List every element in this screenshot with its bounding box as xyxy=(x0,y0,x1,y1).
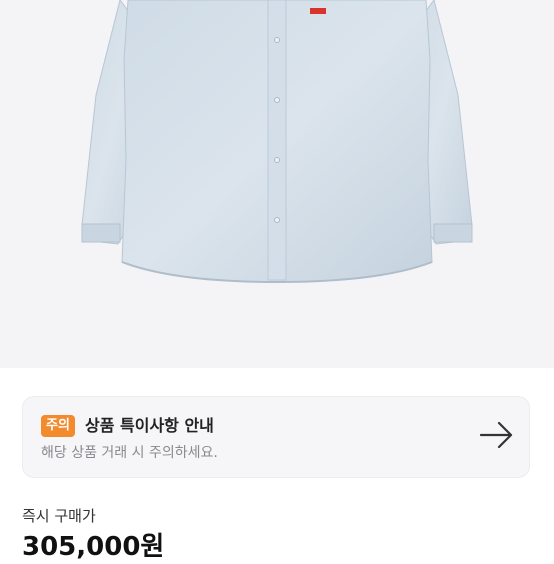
shirt-image xyxy=(81,0,473,284)
buy-now-price-label: 즉시 구매가 xyxy=(22,507,96,525)
product-image[interactable] xyxy=(0,0,554,368)
section-divider xyxy=(0,368,554,378)
product-notice-card[interactable]: 주의 상품 특이사항 안내 해당 상품 거래 시 주의하세요. xyxy=(22,396,530,478)
buy-now-price: 305,000원 xyxy=(22,532,165,562)
caution-badge: 주의 xyxy=(41,415,75,437)
notice-subtitle: 해당 상품 거래 시 주의하세요. xyxy=(41,445,218,461)
arrow-right-icon[interactable] xyxy=(479,420,515,450)
notice-title: 상품 특이사항 안내 xyxy=(85,416,214,435)
